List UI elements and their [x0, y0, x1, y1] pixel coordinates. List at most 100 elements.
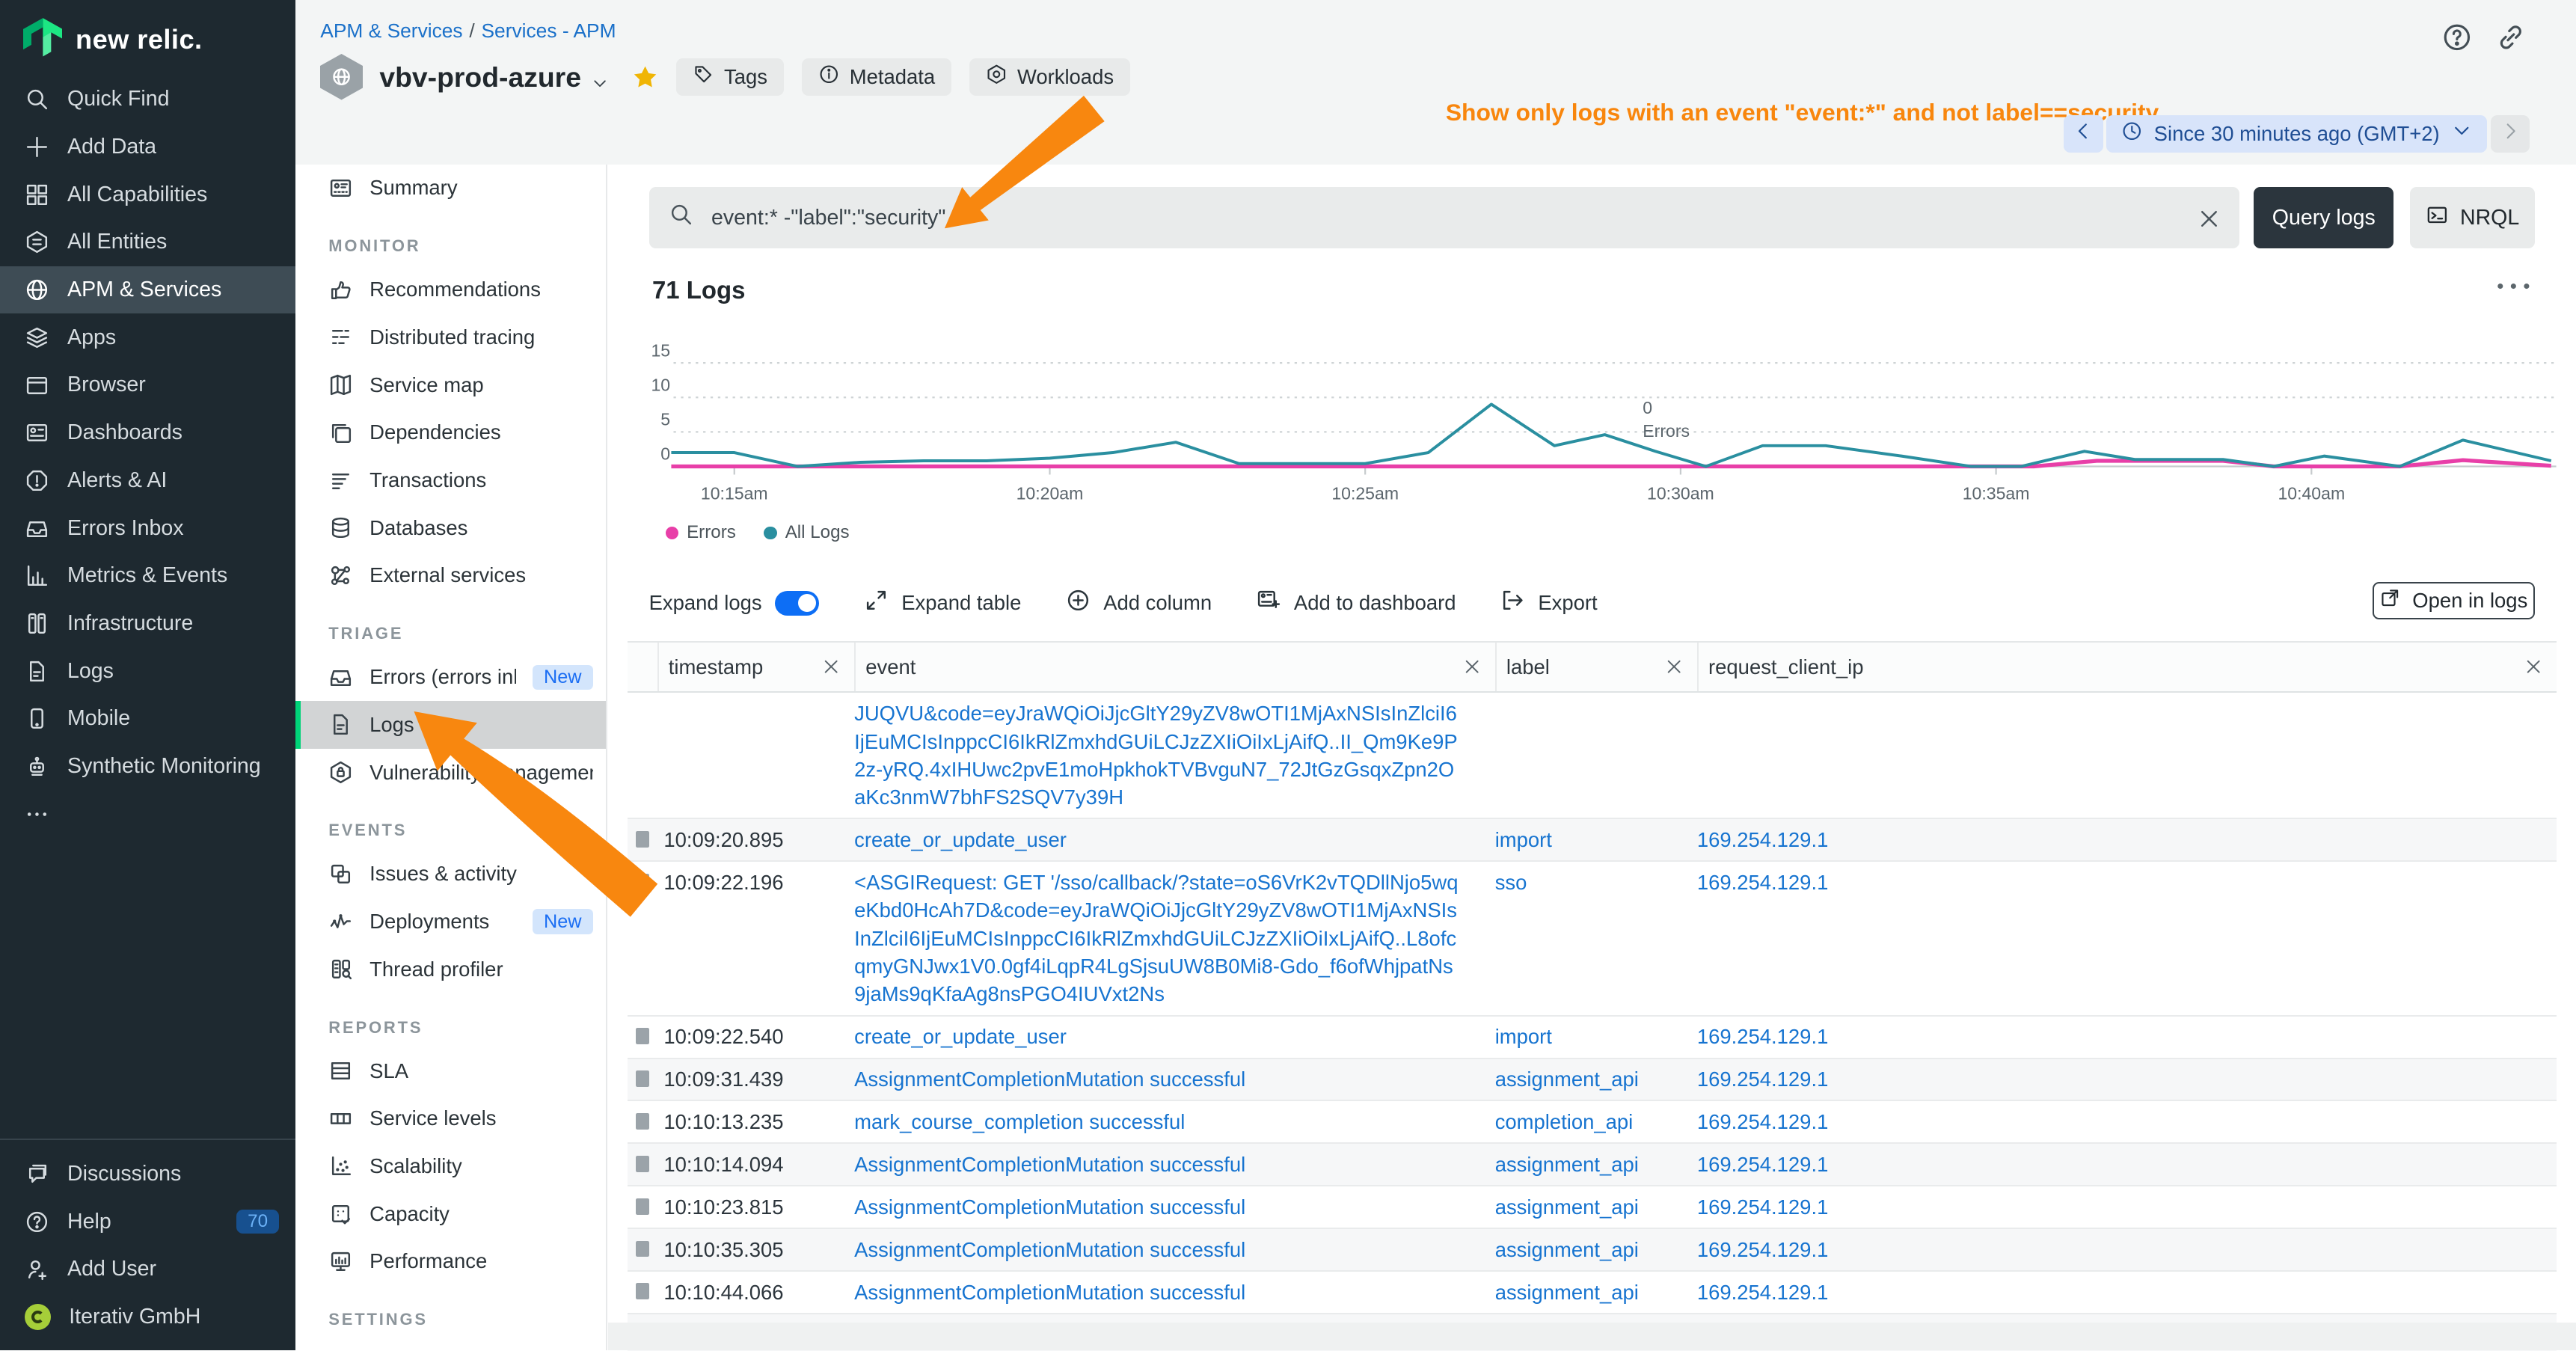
ip-link[interactable]: 169.254.129.1 — [1697, 871, 1828, 894]
sidebar-item-iterativ-gmbh[interactable]: Iterativ GmbH — [0, 1293, 295, 1341]
log-row[interactable]: 10:09:22.540create_or_update_userimport1… — [628, 1017, 2557, 1059]
ip-link[interactable]: 169.254.129.1 — [1697, 1281, 1828, 1304]
breadcrumb-link-services-apm[interactable]: Services - APM — [481, 19, 616, 42]
sidebar-item-alerts-ai[interactable]: Alerts & AI — [0, 457, 295, 505]
log-row[interactable]: 10:10:13.235mark_course_completion succe… — [628, 1101, 2557, 1144]
nav-item-recommendations[interactable]: Recommendations — [295, 266, 606, 313]
sidebar-item-apps[interactable]: Apps — [0, 313, 295, 361]
new-relic-logo[interactable]: new relic. — [0, 0, 295, 76]
ip-link[interactable]: 169.254.129.1 — [1697, 1153, 1828, 1176]
metadata-button[interactable]: Metadata — [802, 58, 951, 96]
column-header-event[interactable]: event — [854, 643, 1495, 692]
tags-button[interactable]: Tags — [676, 58, 784, 96]
label-link[interactable]: import — [1495, 1025, 1552, 1048]
event-link[interactable]: AssignmentCompletionMutation successful — [854, 1281, 1245, 1304]
remove-column-request_client_ip-icon[interactable] — [2524, 657, 2543, 676]
event-link[interactable]: create_or_update_user — [854, 1025, 1067, 1048]
logs-timeseries-chart[interactable]: 05101510:15am10:20am10:25am10:30am10:35a… — [628, 320, 2576, 518]
ip-link[interactable]: 169.254.129.1 — [1697, 1067, 1828, 1091]
event-link[interactable]: AssignmentCompletionMutation successful — [854, 1195, 1245, 1219]
nav-item-thread-profiler[interactable]: Thread profiler — [295, 946, 606, 993]
nav-item-dependencies[interactable]: Dependencies — [295, 408, 606, 456]
log-row[interactable]: 10:09:20.895create_or_update_userimport1… — [628, 819, 2557, 862]
sidebar-item-dashboards[interactable]: Dashboards — [0, 409, 295, 457]
event-link[interactable]: JUQVU&code=eyJraWQiOiJjcGltY29yZV8wOTI1M… — [854, 702, 1458, 809]
sidebar-item-apm-services[interactable]: APM & Services — [0, 266, 295, 314]
nav-item-sla[interactable]: SLA — [295, 1047, 606, 1095]
nav-item-summary[interactable]: Summary — [295, 165, 606, 212]
favorite-star-icon[interactable] — [632, 64, 658, 91]
permalink-icon[interactable] — [2495, 22, 2527, 53]
remove-column-label-icon[interactable] — [1664, 657, 1684, 676]
remove-column-timestamp-icon[interactable] — [821, 657, 841, 676]
toggle-on-icon[interactable] — [775, 591, 819, 616]
nav-item-distributed-tracing[interactable]: Distributed tracing — [295, 313, 606, 361]
label-link[interactable]: completion_api — [1495, 1110, 1634, 1133]
label-link[interactable]: import — [1495, 828, 1552, 851]
sidebar-item-add-data[interactable]: Add Data — [0, 123, 295, 171]
label-link[interactable]: assignment_api — [1495, 1067, 1639, 1091]
expand-logs-toggle[interactable]: Expand logs — [649, 591, 820, 616]
event-link[interactable]: mark_course_completion successful — [854, 1110, 1185, 1133]
breadcrumb-link-apm-services[interactable]: APM & Services — [320, 19, 462, 42]
ip-link[interactable]: 169.254.129.1 — [1697, 1110, 1828, 1133]
sidebar-item-browser[interactable]: Browser — [0, 361, 295, 409]
ip-link[interactable]: 169.254.129.1 — [1697, 1025, 1828, 1048]
nav-item-service-levels[interactable]: Service levels — [295, 1094, 606, 1142]
legend-errors[interactable]: Errors — [666, 522, 736, 543]
sidebar-item-mobile[interactable]: Mobile — [0, 695, 295, 743]
sidebar-item-help[interactable]: Help70 — [0, 1198, 295, 1246]
sidebar-item-metrics-events[interactable]: Metrics & Events — [0, 552, 295, 600]
ip-link[interactable]: 169.254.129.1 — [1697, 1195, 1828, 1219]
event-link[interactable]: AssignmentCompletionMutation successful — [854, 1238, 1245, 1261]
column-header-request_client_ip[interactable]: request_client_ip — [1697, 643, 2557, 692]
label-link[interactable]: assignment_api — [1495, 1238, 1639, 1261]
nav-item-databases[interactable]: Databases — [295, 504, 606, 552]
search-input[interactable] — [708, 203, 2182, 231]
event-link[interactable]: create_or_update_user — [854, 828, 1067, 851]
time-forward-button[interactable] — [2491, 115, 2530, 153]
workloads-button[interactable]: Workloads — [969, 58, 1130, 96]
nav-item-performance[interactable]: Performance — [295, 1237, 606, 1285]
sidebar-item-all-entities[interactable]: All Entities — [0, 218, 295, 266]
open-in-logs-button[interactable]: Open in logs — [2373, 582, 2535, 620]
chart-more-menu-icon[interactable] — [2494, 273, 2533, 299]
nav-item-scalability[interactable]: Scalability — [295, 1142, 606, 1190]
clear-search-icon[interactable] — [2197, 206, 2220, 230]
query-logs-button[interactable]: Query logs — [2254, 187, 2393, 248]
label-link[interactable]: assignment_api — [1495, 1153, 1639, 1176]
event-link[interactable]: <ASGIRequest: GET '/sso/callback/?state=… — [854, 871, 1458, 1005]
label-link[interactable]: assignment_api — [1495, 1281, 1639, 1304]
log-row[interactable]: 10:10:44.066AssignmentCompletionMutation… — [628, 1272, 2557, 1314]
nav-item-capacity[interactable]: Capacity — [295, 1190, 606, 1238]
nav-item-external-services[interactable]: External services — [295, 552, 606, 600]
export-button[interactable]: Export — [1500, 588, 1598, 618]
sidebar-item-synthetic-monitoring[interactable]: Synthetic Monitoring — [0, 743, 295, 791]
add-to-dashboard-button[interactable]: Add to dashboard — [1256, 588, 1456, 618]
sidebar-item-infrastructure[interactable]: Infrastructure — [0, 600, 295, 648]
sidebar-item-more[interactable] — [0, 790, 295, 838]
help-circle-icon[interactable] — [2441, 22, 2473, 53]
ip-link[interactable]: 169.254.129.1 — [1697, 828, 1828, 851]
sidebar-item-add-user[interactable]: Add User — [0, 1246, 295, 1293]
time-back-button[interactable] — [2064, 115, 2103, 153]
nav-item-service-map[interactable]: Service map — [295, 361, 606, 409]
sidebar-item-errors-inbox[interactable]: Errors Inbox — [0, 504, 295, 552]
sidebar-item-quick-find[interactable]: Quick Find — [0, 76, 295, 123]
log-row[interactable]: 10:10:23.815AssignmentCompletionMutation… — [628, 1186, 2557, 1229]
nrql-button[interactable]: NRQL — [2410, 187, 2535, 248]
log-row[interactable]: 10:10:35.305AssignmentCompletionMutation… — [628, 1229, 2557, 1272]
nav-item-issues-activity[interactable]: Issues & activity — [295, 851, 606, 898]
sidebar-item-discussions[interactable]: Discussions — [0, 1151, 295, 1198]
nav-item-logs[interactable]: Logs — [295, 701, 606, 749]
nav-item-deployments[interactable]: DeploymentsNew — [295, 898, 606, 946]
remove-column-event-icon[interactable] — [1462, 657, 1482, 676]
event-link[interactable]: AssignmentCompletionMutation successful — [854, 1153, 1245, 1176]
sidebar-item-logs[interactable]: Logs — [0, 647, 295, 695]
log-row[interactable]: JUQVU&code=eyJraWQiOiJjcGltY29yZV8wOTI1M… — [628, 693, 2557, 819]
label-link[interactable]: assignment_api — [1495, 1195, 1639, 1219]
nav-item-vulnerability-management[interactable]: Vulnerability Management — [295, 749, 606, 797]
ip-link[interactable]: 169.254.129.1 — [1697, 1238, 1828, 1261]
add-column-button[interactable]: Add column — [1066, 588, 1212, 618]
expand-table-button[interactable]: Expand table — [864, 588, 1022, 618]
